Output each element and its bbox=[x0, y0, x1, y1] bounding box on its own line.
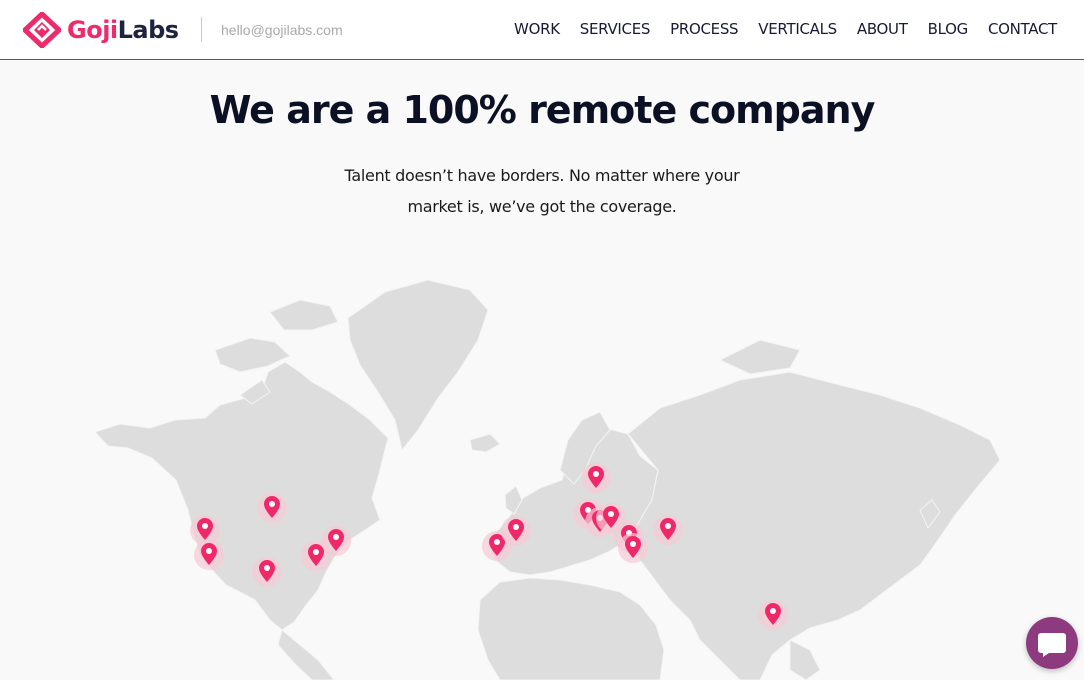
location-pin-icon[interactable] bbox=[257, 493, 287, 523]
location-pin-icon[interactable] bbox=[501, 516, 531, 546]
location-pin-icon[interactable] bbox=[252, 557, 282, 587]
location-pin-icon[interactable] bbox=[194, 540, 224, 570]
location-pin-icon[interactable] bbox=[581, 463, 611, 493]
location-pin-icon[interactable] bbox=[618, 533, 648, 563]
location-pin-icon[interactable] bbox=[653, 515, 683, 545]
world-map bbox=[94, 279, 1001, 680]
location-pin-icon[interactable] bbox=[190, 515, 220, 545]
location-pin-icon[interactable] bbox=[758, 600, 788, 630]
location-pin-icon[interactable] bbox=[321, 526, 351, 556]
land-masses bbox=[94, 279, 1001, 680]
chat-widget-button[interactable] bbox=[1026, 617, 1078, 669]
chat-bubble-icon bbox=[1038, 633, 1066, 657]
